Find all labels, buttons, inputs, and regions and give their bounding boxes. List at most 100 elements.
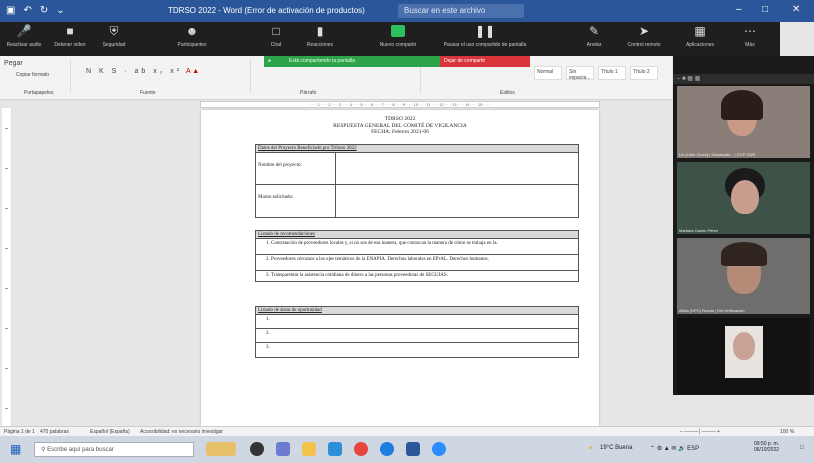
more-button[interactable]: ⋯ Más	[730, 24, 770, 48]
share-screen-glyph-icon	[391, 25, 405, 37]
project-table: Datos del Proyecto Beneficiado por Tribu…	[255, 144, 579, 218]
weather-text[interactable]: 19°C Buena	[600, 445, 632, 451]
chrome-app-icon[interactable]	[354, 442, 368, 456]
style-normal[interactable]: Normal	[534, 66, 562, 80]
sharing-indicator: ● Está compartiendo la pantalla	[264, 56, 440, 67]
pen-icon: ✎	[588, 24, 600, 38]
notification-icon[interactable]: □	[800, 445, 804, 451]
teams-app-icon[interactable]	[276, 442, 290, 456]
store-app-icon[interactable]	[328, 442, 342, 456]
format-painter-button[interactable]: Copiar formato	[16, 72, 49, 78]
ruler-tick	[5, 288, 8, 289]
recommendation-item[interactable]: 2. Proveedores cercanos a los ejes temát…	[256, 255, 578, 270]
quick-access-toolbar: ▣ ↶ ↻ ⌄	[6, 5, 65, 16]
paste-button[interactable]: Pegar	[4, 60, 23, 67]
participant-video[interactable]	[677, 318, 810, 394]
customize-icon[interactable]: ⌄	[56, 5, 64, 16]
opportunity-item[interactable]: 3.	[256, 343, 578, 357]
weather-icon: ☀	[588, 446, 594, 452]
file-explorer-icon[interactable]	[302, 442, 316, 456]
redo-icon[interactable]: ↻	[40, 5, 48, 16]
participant-hair	[721, 90, 763, 120]
table-row: 3. Transparentar la asistencia cotidiana…	[256, 271, 578, 281]
participant-name: Liz (Lider Zoom) | Sustainabl... | OCP 2…	[679, 152, 756, 157]
table-row: 3.	[256, 343, 578, 357]
page-count[interactable]: Página 1 de 1	[4, 429, 35, 435]
stop-video-button[interactable]: ■ Detener video	[50, 24, 90, 48]
table-label: Nombre del proyecto:	[256, 153, 336, 184]
word-count[interactable]: 470 palabras	[40, 429, 69, 435]
document-page[interactable]: TDRSO 2022 RESPUESTA GENERAL DEL COMITÉ …	[201, 110, 599, 426]
undo-icon[interactable]: ↶	[23, 5, 31, 16]
participant-hair	[721, 242, 767, 266]
tray-icons[interactable]: ⌃ ⚙ ▲ ✉ 🔊 ESP	[650, 445, 699, 452]
font-color-icon[interactable]: A ▲	[186, 68, 199, 75]
annotate-button[interactable]: ✎ Anotar	[574, 24, 614, 48]
participant-video[interactable]: Liz (Lider Zoom) | Sustainabl... | OCP 2…	[677, 86, 810, 158]
reactions-button[interactable]: ▮ Reacciones	[300, 24, 340, 48]
group-clipboard: Portapapeles	[24, 90, 54, 96]
windows-start-icon[interactable]: ▦	[10, 442, 21, 456]
stop-share-button[interactable]: Dejar de compartir	[440, 56, 530, 67]
title-search-input[interactable]: Buscar en este archivo	[398, 4, 524, 18]
zoom-level[interactable]: 100 %	[780, 429, 794, 435]
word-app-icon[interactable]	[406, 442, 420, 456]
ribbon-divider	[250, 59, 251, 93]
edge-app-icon[interactable]	[380, 442, 394, 456]
recommendations-table: Listado de recomendaciones 1. Contrataci…	[255, 230, 579, 282]
microphone-icon: 🎤	[16, 24, 32, 38]
pause-share-button[interactable]: ❚❚ Pausar el uso compartido de pantalla	[440, 24, 530, 48]
chat-button[interactable]: □ Chat	[256, 24, 296, 48]
search-icon: ⚲	[41, 447, 46, 453]
save-icon[interactable]: ▣	[6, 5, 15, 16]
taskbar-search-input[interactable]: ⚲ Escribe aquí para buscar	[34, 442, 194, 457]
participants-icon: ☻	[185, 24, 199, 38]
task-view-icon[interactable]	[250, 442, 264, 456]
style-heading2[interactable]: Título 2	[630, 66, 658, 80]
horizontal-ruler: · · · 1 · · · 2 · · · 3 · · · 4 · · · 5 …	[200, 101, 600, 108]
zoom-app-icon[interactable]	[432, 442, 446, 456]
table-title: Datos del Proyecto Beneficiado por Tribu…	[256, 145, 578, 153]
style-heading1[interactable]: Título 1	[598, 66, 626, 80]
participants-button[interactable]: ☻ Participantes	[172, 24, 212, 48]
recommendation-item[interactable]: 3. Transparentar la asistencia cotidiana…	[256, 271, 578, 281]
close-icon[interactable]: ✕	[792, 4, 800, 15]
date: 06/10/2022	[754, 447, 780, 453]
header-line: FECHA: Febrero 2021-06	[371, 129, 429, 135]
table-row: 1. Contratación de proveedores locales y…	[256, 239, 578, 255]
style-no-spacing[interactable]: Sin espacia...	[566, 66, 594, 81]
opportunities-table: Listado de áreas de oportunidad 1. 2. 3.	[255, 306, 579, 358]
recommendation-item[interactable]: 1. Contratación de proveedores locales y…	[256, 239, 578, 254]
ruler-tick	[5, 248, 8, 249]
minimize-icon[interactable]: –	[736, 4, 742, 15]
widget-app-icon[interactable]	[206, 442, 236, 456]
participant-name: Mariana Castro Pérez	[679, 228, 718, 233]
participant-video[interactable]: Alicia (OPC) Rueda | Sin Verificación	[677, 238, 810, 314]
table-row: 2.	[256, 329, 578, 343]
zoom-slider[interactable]: – ────│──── +	[680, 429, 720, 435]
remote-control-button[interactable]: ➤ Control remoto	[624, 24, 664, 48]
participant-name: Alicia (OPC) Rueda | Sin Verificación	[679, 308, 745, 313]
font-format-icons[interactable]: N K S · ab x₂ x²	[86, 68, 182, 75]
group-paragraph: Párrafo	[300, 90, 317, 96]
window-titlebar: ▣ ↶ ↻ ⌄ TDRSO 2022 - Word (Error de acti…	[0, 0, 814, 22]
apps-button[interactable]: ▦ Aplicaciones	[680, 24, 720, 48]
participant-video[interactable]: Mariana Castro Pérez	[677, 162, 810, 234]
opportunity-item[interactable]: 2.	[256, 329, 578, 342]
shield-icon: ⛨	[109, 24, 119, 38]
sharing-label: Está compartiendo la pantalla	[289, 58, 355, 64]
clock[interactable]: 09:50 p. m. 06/10/2022	[754, 441, 779, 453]
unmute-button[interactable]: 🎤 Reactivar audio	[4, 24, 44, 48]
accessibility-status[interactable]: Accesibilidad: es necesario investigar	[140, 429, 223, 435]
opportunity-item[interactable]: 1.	[256, 315, 578, 328]
ruler-tick	[5, 128, 8, 129]
more-icon: ⋯	[744, 24, 756, 38]
group-styles: Estilos	[500, 90, 515, 96]
ruler-tick	[5, 168, 8, 169]
language[interactable]: Español (España)	[90, 429, 130, 435]
security-button[interactable]: ⛨ Seguridad	[94, 24, 134, 48]
maximize-icon[interactable]: □	[762, 4, 768, 15]
video-panel-controls[interactable]: – ■ ▦ ▦	[673, 74, 814, 84]
table-row: Monto solicitado:	[256, 185, 578, 217]
table-row: Nombre del proyecto:	[256, 153, 578, 185]
